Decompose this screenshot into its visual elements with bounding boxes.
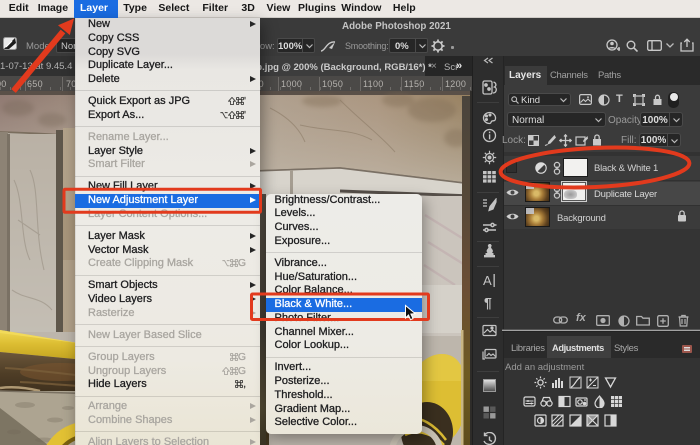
svg-text:¶: ¶ [484,295,492,310]
svg-text:A: A [483,273,492,288]
